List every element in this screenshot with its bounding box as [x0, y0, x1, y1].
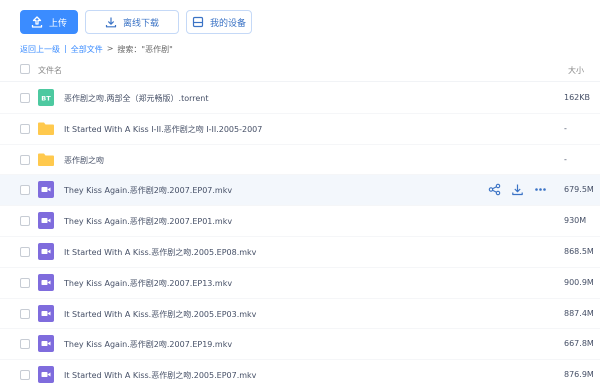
- video-file-icon: [38, 181, 54, 199]
- file-name[interactable]: It Started With A Kiss.恶作剧之吻.2005.EP08.m…: [64, 247, 256, 258]
- share-icon[interactable]: [488, 183, 501, 196]
- file-size: 876.9M: [564, 370, 594, 380]
- row-checkbox[interactable]: [20, 277, 30, 288]
- breadcrumb: 返回上一级 | 全部文件 > 搜索："恶作剧": [20, 44, 173, 55]
- file-row[interactable]: 恶作剧之吻 -: [0, 145, 600, 176]
- folder-icon: [38, 153, 54, 166]
- file-name[interactable]: They Kiss Again.恶作剧2吻.2007.EP19.mkv: [64, 339, 232, 350]
- file-size: 930M: [564, 216, 587, 226]
- file-size: 868.5M: [564, 246, 594, 256]
- file-name[interactable]: They Kiss Again.恶作剧2吻.2007.EP01.mkv: [64, 216, 232, 227]
- file-size: 162KB: [564, 93, 591, 102]
- file-row[interactable]: They Kiss Again.恶作剧2吻.2007.EP19.mkv 667.…: [0, 329, 600, 361]
- row-checkbox[interactable]: [20, 123, 30, 134]
- file-row[interactable]: It Started With A Kiss.恶作剧之吻.2005.EP08.m…: [0, 237, 600, 268]
- my-device-button[interactable]: 我的设备: [186, 10, 252, 34]
- back-link[interactable]: 返回上一级: [20, 44, 60, 55]
- upload-button[interactable]: 上传: [20, 10, 78, 34]
- download-icon[interactable]: [511, 183, 524, 196]
- download-icon: [105, 17, 117, 28]
- file-row[interactable]: They Kiss Again.恶作剧2吻.2007.EP01.mkv 930M: [0, 206, 600, 237]
- file-name[interactable]: It Started With A Kiss.恶作剧之吻.2005.EP07.m…: [64, 370, 256, 381]
- row-checkbox[interactable]: [20, 216, 30, 227]
- file-row[interactable]: It Started With A Kiss.恶作剧之吻.2005.EP03.m…: [0, 299, 600, 330]
- video-file-icon: [38, 273, 54, 291]
- all-files-link[interactable]: 全部文件: [71, 44, 103, 55]
- file-row[interactable]: They Kiss Again.恶作剧2吻.2007.EP13.mkv 900.…: [0, 268, 600, 299]
- upload-icon: [31, 16, 43, 28]
- row-checkbox[interactable]: [20, 185, 30, 196]
- video-file-icon: [38, 242, 54, 260]
- device-icon: [192, 16, 204, 28]
- my-device-label: 我的设备: [209, 18, 246, 29]
- offline-download-label: 离线下载: [122, 18, 159, 29]
- column-header-size[interactable]: 大小: [568, 65, 584, 76]
- file-name[interactable]: 恶作剧之吻: [64, 155, 104, 166]
- select-all-checkbox[interactable]: [20, 64, 30, 74]
- video-file-icon: [38, 212, 54, 230]
- row-actions: [488, 183, 547, 196]
- breadcrumb-separator: |: [64, 44, 67, 53]
- video-file-icon: [38, 366, 54, 384]
- file-list-header: 文件名 大小: [0, 58, 600, 82]
- torrent-badge-text: BT: [41, 95, 51, 103]
- video-file-icon: [38, 304, 54, 322]
- file-size: 667.8M: [564, 339, 594, 349]
- row-checkbox[interactable]: [20, 370, 30, 381]
- file-size: 900.9M: [564, 277, 594, 287]
- file-name[interactable]: They Kiss Again.恶作剧2吻.2007.EP07.mkv: [64, 185, 232, 196]
- more-options-icon[interactable]: [534, 183, 547, 196]
- file-row[interactable]: BT 恶作剧之吻.两部全（郑元畅版）.torrent 162KB: [0, 83, 600, 114]
- file-size: -: [564, 154, 567, 164]
- row-checkbox[interactable]: [20, 246, 30, 257]
- file-list: BT 恶作剧之吻.两部全（郑元畅版）.torrent 162KB It Star…: [0, 83, 600, 385]
- offline-download-button[interactable]: 离线下载: [85, 10, 179, 34]
- file-name[interactable]: It Started With A Kiss I-II.恶作剧之吻 I-II.2…: [64, 124, 262, 135]
- row-checkbox[interactable]: [20, 93, 30, 103]
- file-row[interactable]: It Started With A Kiss.恶作剧之吻.2005.EP07.m…: [0, 360, 600, 385]
- column-header-name[interactable]: 文件名: [38, 65, 62, 76]
- breadcrumb-arrow: >: [106, 44, 114, 53]
- row-checkbox[interactable]: [20, 339, 30, 350]
- row-checkbox[interactable]: [20, 308, 30, 319]
- upload-label: 上传: [48, 18, 67, 29]
- file-name[interactable]: It Started With A Kiss.恶作剧之吻.2005.EP03.m…: [64, 309, 256, 320]
- toolbar: 上传 离线下载 我的设备: [20, 10, 252, 34]
- torrent-file-icon: BT: [38, 89, 54, 106]
- file-row-hovered[interactable]: They Kiss Again.恶作剧2吻.2007.EP07.mkv 679.…: [0, 175, 600, 207]
- file-size: 887.4M: [564, 308, 594, 318]
- file-size: 679.5M: [564, 185, 594, 195]
- row-checkbox[interactable]: [20, 154, 30, 165]
- search-query-label: 搜索："恶作剧": [117, 45, 173, 54]
- folder-icon: [38, 122, 54, 135]
- video-file-icon: [38, 335, 54, 353]
- file-name[interactable]: They Kiss Again.恶作剧2吻.2007.EP13.mkv: [64, 278, 232, 289]
- file-size: -: [564, 123, 567, 133]
- file-name[interactable]: 恶作剧之吻.两部全（郑元畅版）.torrent: [64, 93, 209, 104]
- file-row[interactable]: It Started With A Kiss I-II.恶作剧之吻 I-II.2…: [0, 114, 600, 145]
